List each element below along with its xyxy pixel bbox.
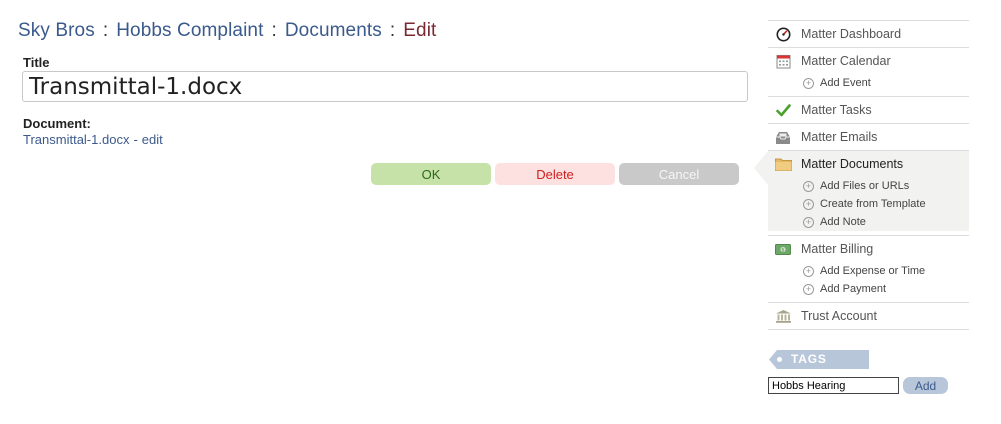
sidebar-item-documents[interactable]: Matter Documents [768, 151, 969, 177]
breadcrumb: Sky Bros: Hobbs Complaint: Documents: Edit [18, 20, 436, 42]
title-input[interactable] [22, 71, 748, 102]
document-link-row: Transmittal-1.docx - edit [23, 132, 163, 147]
add-event-link[interactable]: + Add Event [768, 74, 969, 92]
sidebar-item-label: Matter Dashboard [801, 27, 902, 41]
document-dash: - [133, 132, 138, 147]
plus-circle-icon: + [803, 265, 814, 277]
tags-heading: TAGS [769, 350, 869, 369]
sidebar-section-trust: Trust Account [768, 302, 969, 330]
sidebar-item-label: Matter Tasks [801, 103, 872, 117]
document-label: Document: [23, 116, 91, 131]
sidebar-section-tasks: Matter Tasks [768, 96, 969, 123]
breadcrumb-separator: : [102, 20, 109, 41]
sidebar-section-dashboard: Matter Dashboard [768, 20, 969, 47]
delete-button[interactable]: Delete [495, 163, 615, 185]
breadcrumb-matter-link[interactable]: Hobbs Complaint [116, 20, 263, 41]
add-files-link[interactable]: + Add Files or URLs [768, 177, 969, 195]
sidebar-section-calendar: Matter Calendar + Add Event [768, 47, 969, 92]
breadcrumb-documents-link[interactable]: Documents [285, 20, 382, 41]
sidebar-item-label: Trust Account [801, 309, 877, 323]
title-label: Title [23, 55, 50, 70]
add-expense-label: Add Expense or Time [820, 265, 926, 277]
money-bill-icon: $ [774, 241, 792, 257]
folder-icon [774, 156, 792, 172]
svg-text:$: $ [781, 247, 784, 253]
sidebar-item-emails[interactable]: Matter Emails [768, 124, 969, 150]
plus-circle-icon: + [803, 77, 814, 89]
bank-icon [774, 308, 792, 324]
sidebar-item-tasks[interactable]: Matter Tasks [768, 97, 969, 123]
sidebar-section-documents: Matter Documents + Add Files or URLs + C… [754, 150, 969, 231]
add-note-link[interactable]: + Add Note [768, 213, 969, 231]
checkmark-icon [774, 102, 792, 118]
active-indicator-arrow [754, 151, 768, 185]
plus-circle-icon: + [803, 198, 814, 210]
dashboard-gauge-icon [774, 26, 792, 42]
breadcrumb-separator: : [389, 20, 396, 41]
sidebar-section-billing: $ Matter Billing + Add Expense or Time +… [768, 235, 969, 298]
add-payment-label: Add Payment [820, 283, 887, 295]
breadcrumb-separator: : [271, 20, 277, 41]
sidebar-item-label: Matter Calendar [801, 54, 891, 68]
add-files-label: Add Files or URLs [820, 180, 910, 192]
tag-input[interactable] [768, 377, 899, 394]
create-from-template-link[interactable]: + Create from Template [768, 195, 969, 213]
sidebar-item-billing[interactable]: $ Matter Billing [768, 236, 969, 262]
add-payment-link[interactable]: + Add Payment [768, 280, 969, 298]
add-expense-link[interactable]: + Add Expense or Time [768, 262, 969, 280]
sidebar-item-trust[interactable]: Trust Account [768, 303, 969, 329]
calendar-icon [774, 53, 792, 69]
inbox-tray-icon [774, 129, 792, 145]
plus-circle-icon: + [803, 180, 814, 192]
sidebar-item-dashboard[interactable]: Matter Dashboard [768, 21, 969, 47]
add-note-label: Add Note [820, 216, 866, 228]
sidebar-item-label: Matter Emails [801, 130, 878, 144]
breadcrumb-client-link[interactable]: Sky Bros [18, 20, 95, 41]
add-tag-button[interactable]: Add [903, 377, 948, 394]
document-file-link[interactable]: Transmittal-1.docx [23, 132, 129, 147]
plus-circle-icon: + [803, 283, 814, 295]
plus-circle-icon: + [803, 216, 814, 228]
create-from-template-label: Create from Template [820, 198, 926, 210]
ok-button[interactable]: OK [371, 163, 491, 185]
add-event-label: Add Event [820, 77, 871, 89]
sidebar-item-calendar[interactable]: Matter Calendar [768, 48, 969, 74]
matter-sidebar: Matter Dashboard Matter Calendar + Add E… [754, 20, 969, 330]
sidebar-item-label: Matter Documents [801, 157, 904, 171]
sidebar-section-emails: Matter Emails [768, 123, 969, 150]
sidebar-item-label: Matter Billing [801, 242, 874, 256]
cancel-button[interactable]: Cancel [619, 163, 739, 185]
breadcrumb-current: Edit [403, 20, 437, 41]
document-edit-link[interactable]: edit [142, 132, 163, 147]
